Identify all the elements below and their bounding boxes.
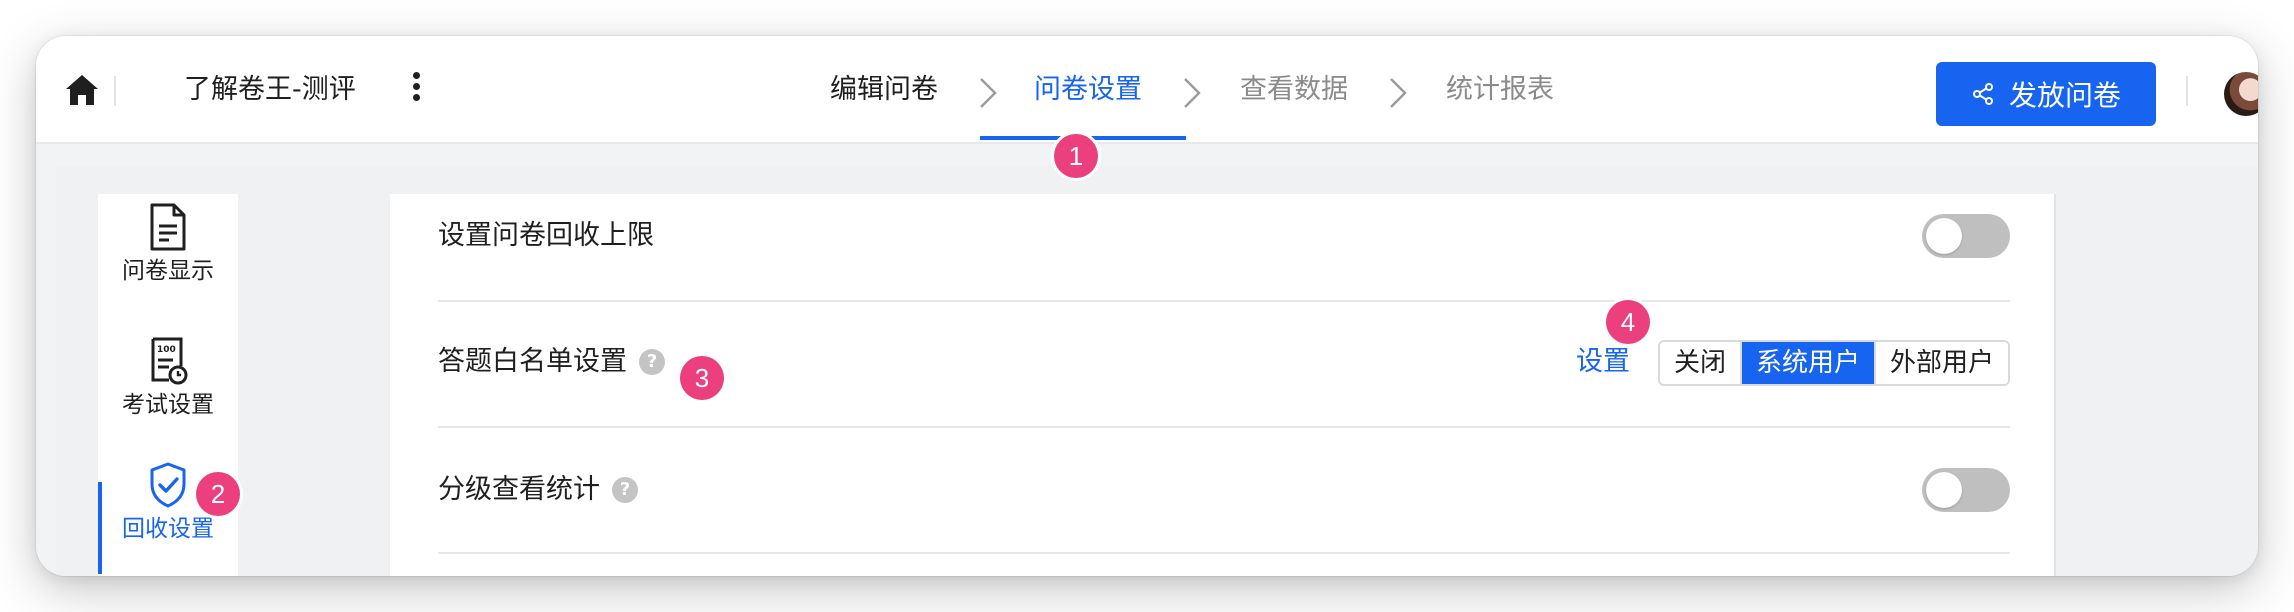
help-icon[interactable]: ? xyxy=(639,349,665,375)
sidebar-item-label: 回收设置 xyxy=(122,516,214,542)
sidebar-item-label: 问卷显示 xyxy=(122,258,214,284)
marker-4: 4 xyxy=(1606,300,1650,344)
sidebar-item-display[interactable]: 问卷显示 xyxy=(98,202,238,286)
chevron-right-icon xyxy=(1390,78,1407,108)
top-header: 了解卷王-测评 编辑问卷 问卷设置 查看数据 统计报表 发放问卷 xyxy=(36,36,2258,144)
share-icon xyxy=(1972,83,1993,105)
setting-label: 答题白名单设置 ? xyxy=(438,344,665,380)
publish-label: 发放问卷 xyxy=(2008,79,2121,112)
setting-label: 分级查看统计 ? xyxy=(438,472,638,508)
marker-3: 3 xyxy=(680,356,724,400)
chevron-right-icon xyxy=(1184,78,1201,108)
setting-label-text: 分级查看统计 xyxy=(438,474,600,505)
segment-off[interactable]: 关闭 xyxy=(1659,342,1740,384)
setting-row-collection-limit: 设置问卷回收上限 xyxy=(438,194,2010,302)
main-area: 问卷显示 100 考试设置 回收设置 设置问卷回收上限 答题白名单设置 ? 设置… xyxy=(36,144,2258,576)
app-window: 了解卷王-测评 编辑问卷 问卷设置 查看数据 统计报表 发放问卷 问卷显示 10… xyxy=(36,36,2258,576)
svg-text:100: 100 xyxy=(157,345,176,355)
document-icon xyxy=(150,203,186,251)
shield-check-icon xyxy=(150,462,186,508)
tiered-stats-toggle[interactable] xyxy=(1922,468,2010,512)
marker-2: 2 xyxy=(196,472,240,516)
sidebar-item-label: 考试设置 xyxy=(122,392,214,418)
segment-system-users[interactable]: 系统用户 xyxy=(1739,342,1874,384)
settings-sidebar: 问卷显示 100 考试设置 回收设置 xyxy=(98,194,238,576)
segment-external-users[interactable]: 外部用户 xyxy=(1873,342,2008,384)
setting-label-text: 设置问卷回收上限 xyxy=(438,220,654,251)
step-navigation: 编辑问卷 问卷设置 查看数据 统计报表 xyxy=(36,36,2258,144)
marker-1: 1 xyxy=(1054,134,1098,178)
whitelist-segmented-control: 关闭 系统用户 外部用户 xyxy=(1657,340,2010,386)
header-divider xyxy=(2186,76,2188,106)
setting-label-text: 答题白名单设置 xyxy=(438,346,627,377)
setting-label: 设置问卷回收上限 xyxy=(438,218,654,254)
step-statistics-report[interactable]: 统计报表 xyxy=(1446,72,1554,108)
setting-row-whitelist: 答题白名单设置 ? 设置 关闭 系统用户 外部用户 xyxy=(438,302,2010,428)
step-view-data[interactable]: 查看数据 xyxy=(1240,72,1348,108)
sidebar-item-exam[interactable]: 100 考试设置 xyxy=(98,336,238,420)
publish-survey-button[interactable]: 发放问卷 xyxy=(1936,62,2156,126)
help-icon[interactable]: ? xyxy=(612,477,638,503)
exam-score-icon: 100 xyxy=(151,337,188,385)
collection-limit-toggle[interactable] xyxy=(1922,214,2010,258)
setting-row-tiered-stats: 分级查看统计 ? xyxy=(438,428,2010,554)
step-survey-settings[interactable]: 问卷设置 xyxy=(1034,72,1142,108)
step-edit-survey[interactable]: 编辑问卷 xyxy=(830,72,938,108)
chevron-right-icon xyxy=(980,78,997,108)
settings-panel: 设置问卷回收上限 答题白名单设置 ? 设置 关闭 系统用户 外部用户 分级查看统… xyxy=(390,194,2056,576)
whitelist-settings-link[interactable]: 设置 xyxy=(1576,344,1630,380)
